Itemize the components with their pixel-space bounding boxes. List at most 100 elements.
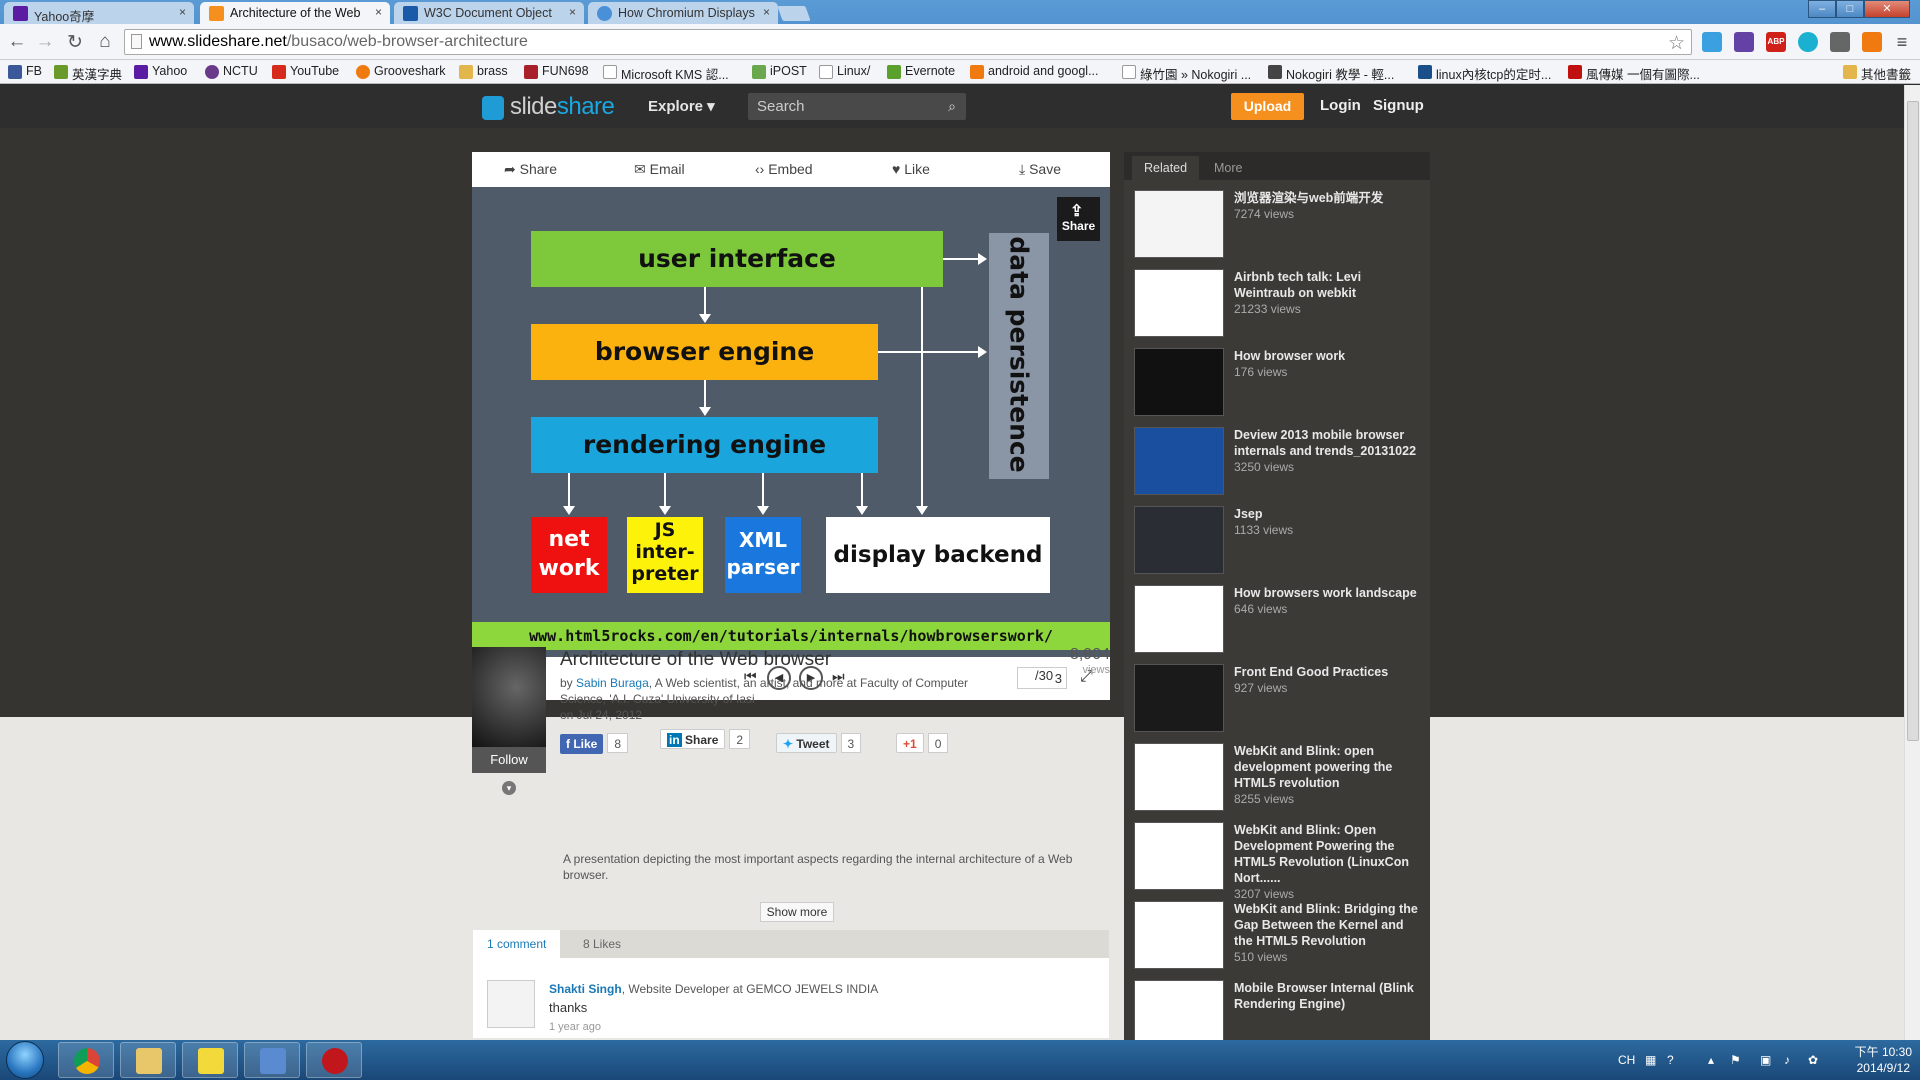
related-title[interactable]: Jsep 1133 views (1234, 506, 1424, 538)
other-bookmarks[interactable]: 其他書籤 (1843, 64, 1911, 83)
new-tab-button[interactable] (777, 6, 811, 21)
commenter-link[interactable]: Shakti Singh (549, 982, 622, 996)
network-tray-icon[interactable]: ▣ (1760, 1053, 1771, 1067)
author-link[interactable]: Sabin Buraga (576, 676, 649, 690)
bookmark-item[interactable]: Evernote (887, 64, 955, 79)
related-item[interactable]: WebKit and Blink: Bridging the Gap Betwe… (1134, 901, 1424, 973)
chevron-down-icon[interactable]: ▾ (502, 781, 516, 795)
related-title[interactable]: How browsers work landscape 646 views (1234, 585, 1424, 617)
twitch-icon[interactable] (1734, 32, 1754, 52)
help-icon[interactable]: ? (1667, 1053, 1674, 1067)
related-thumbnail[interactable] (1134, 506, 1224, 574)
commenter-avatar[interactable] (487, 980, 535, 1028)
related-item[interactable]: WebKit and Blink: open development power… (1134, 743, 1424, 815)
related-item[interactable]: WebKit and Blink: Open Development Power… (1134, 822, 1424, 901)
bookmark-item[interactable]: 風傳媒 一個有圖際... (1568, 64, 1700, 83)
tab-more[interactable]: More (1202, 156, 1254, 180)
bookmark-item[interactable]: Yahoo (134, 64, 187, 79)
author-avatar[interactable] (472, 647, 546, 747)
bookmark-item[interactable]: YouTube (272, 64, 339, 79)
related-item[interactable]: Jsep 1133 views (1134, 506, 1424, 578)
login-link[interactable]: Login (1320, 97, 1361, 114)
related-thumbnail[interactable] (1134, 190, 1224, 258)
related-title[interactable]: Deview 2013 mobile browser internals and… (1234, 427, 1424, 475)
tab-close-icon[interactable]: × (763, 5, 770, 19)
taskbar-explorer[interactable] (120, 1042, 176, 1078)
explore-menu[interactable]: Explore ▾ (648, 97, 715, 115)
bookmark-item[interactable]: iPOST (752, 64, 807, 79)
bookmark-star-icon[interactable]: ☆ (1668, 32, 1685, 55)
search-icon[interactable]: ⌕ (948, 98, 956, 115)
language-indicator[interactable]: CH (1618, 1053, 1635, 1067)
bookmark-folder[interactable]: brass (459, 64, 508, 79)
tab-close-icon[interactable]: × (569, 5, 576, 19)
bookmark-item[interactable]: 綠竹園 » Nokogiri ... (1122, 64, 1251, 83)
page-scrollbar[interactable] (1904, 85, 1920, 1040)
adblock-icon[interactable]: ABP (1766, 32, 1786, 52)
bookmark-item[interactable]: Linux/ (819, 64, 870, 79)
bookmark-item[interactable]: Grooveshark (356, 64, 446, 79)
upload-button[interactable]: Upload (1231, 93, 1304, 120)
share-overlay-button[interactable]: ⇪ Share (1057, 197, 1100, 241)
google-plus[interactable]: +1 0 (896, 733, 949, 753)
menu-icon[interactable]: ≡ (1892, 32, 1912, 52)
show-hidden-icons[interactable]: ▴ (1708, 1053, 1714, 1067)
volume-icon[interactable]: ♪ (1784, 1053, 1790, 1067)
back-icon[interactable]: ← (6, 31, 28, 53)
home-icon[interactable]: ⌂ (94, 31, 116, 53)
related-item[interactable]: How browser work 176 views (1134, 348, 1424, 420)
slideshare-logo[interactable]: slideshare (482, 93, 615, 121)
related-title[interactable]: WebKit and Blink: open development power… (1234, 743, 1424, 807)
tab-w3c[interactable]: W3C Document Object × (394, 2, 584, 24)
follow-button[interactable]: Follow (472, 747, 546, 773)
reload-icon[interactable]: ↻ (64, 31, 86, 54)
related-thumbnail[interactable] (1134, 980, 1224, 1048)
linkedin-share-button[interactable]: in Share (660, 729, 726, 749)
bookmark-item[interactable]: FB (8, 64, 42, 79)
extension-icon[interactable] (1830, 32, 1850, 52)
related-thumbnail[interactable] (1134, 427, 1224, 495)
related-item[interactable]: Front End Good Practices 927 views (1134, 664, 1424, 736)
signup-link[interactable]: Signup (1373, 97, 1424, 114)
clock[interactable]: 下午 10:30 2014/9/12 (1855, 1044, 1912, 1076)
bookmark-item[interactable]: 英漢字典 (54, 64, 122, 83)
taskbar-app[interactable] (182, 1042, 238, 1078)
gplus-button[interactable]: +1 (896, 733, 924, 753)
bookmark-item[interactable]: FUN698 (524, 64, 589, 79)
facebook-like-button[interactable]: f Like (560, 734, 604, 754)
facebook-like[interactable]: f Like 8 (560, 733, 629, 754)
app-tray-icon[interactable]: ✿ (1808, 1053, 1818, 1067)
related-title[interactable]: Mobile Browser Internal (Blink Rendering… (1234, 980, 1424, 1012)
related-title[interactable]: Airbnb tech talk: Levi Weintraub on webk… (1234, 269, 1424, 317)
tab-related[interactable]: Related (1132, 156, 1200, 180)
bookmark-item[interactable]: Microsoft KMS 認... (603, 64, 729, 83)
taskbar-app[interactable] (306, 1042, 362, 1078)
minimize-button[interactable]: – (1808, 0, 1836, 18)
tab-yahoo[interactable]: Yahoo奇摩 × (4, 2, 194, 24)
related-thumbnail[interactable] (1134, 269, 1224, 337)
email-button[interactable]: ✉ Email (634, 161, 685, 178)
linkedin-share[interactable]: in Share 2 (660, 729, 751, 749)
related-title[interactable]: WebKit and Blink: Bridging the Gap Betwe… (1234, 901, 1424, 965)
tab-likes[interactable]: 8 Likes (569, 930, 635, 958)
related-thumbnail[interactable] (1134, 585, 1224, 653)
related-thumbnail[interactable] (1134, 901, 1224, 969)
bookmark-item[interactable]: linux內核tcp的定时... (1418, 64, 1551, 83)
related-item[interactable]: 浏览器渲染与web前端开发 7274 views (1134, 190, 1424, 262)
related-thumbnail[interactable] (1134, 822, 1224, 890)
maximize-button[interactable]: □ (1836, 0, 1864, 18)
taskbar-chrome[interactable] (58, 1042, 114, 1078)
twitter-tweet[interactable]: ✦ Tweet 3 (776, 733, 862, 753)
related-title[interactable]: WebKit and Blink: Open Development Power… (1234, 822, 1424, 902)
address-bar[interactable]: www.slideshare.net/busaco/web-browser-ar… (124, 29, 1692, 55)
share-button[interactable]: ➦ Share (504, 161, 557, 178)
extension-icon[interactable] (1798, 32, 1818, 52)
tab-comments[interactable]: 1 comment (473, 930, 561, 958)
search-input[interactable]: Search ⌕ (748, 93, 966, 120)
related-title[interactable]: 浏览器渲染与web前端开发 7274 views (1234, 190, 1424, 222)
related-item[interactable]: Deview 2013 mobile browser internals and… (1134, 427, 1424, 499)
tab-close-icon[interactable]: × (375, 5, 382, 19)
bookmark-item[interactable]: Nokogiri 教學 - 輕... (1268, 64, 1394, 83)
show-more-button[interactable]: Show more (760, 902, 834, 922)
taskbar-network[interactable] (244, 1042, 300, 1078)
